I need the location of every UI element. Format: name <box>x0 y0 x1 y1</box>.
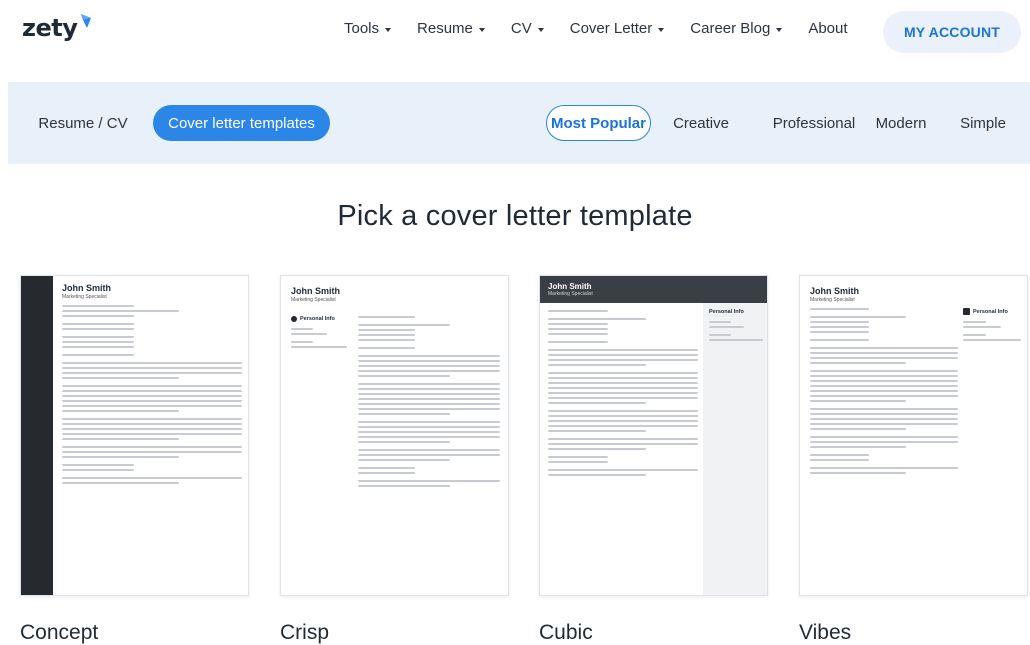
nav-cv-label: CV <box>510 20 532 37</box>
nav-resume[interactable]: Resume <box>417 20 485 37</box>
site-header: zety Tools Resume CV Cover Letter Career… <box>0 0 1030 62</box>
page-title: Pick a cover letter template <box>337 200 693 232</box>
template-name-vibes[interactable]: Vibes <box>799 621 851 645</box>
filter-most-popular[interactable]: Most Popular <box>546 105 651 141</box>
chevron-down-icon <box>658 27 665 32</box>
letter-preview: John Smith Marketing Specialist <box>62 283 242 490</box>
template-name-crisp[interactable]: Crisp <box>280 621 329 645</box>
template-card-crisp[interactable]: John Smith Marketing Specialist Personal… <box>280 275 509 596</box>
template-name-concept[interactable]: Concept <box>20 621 98 645</box>
filter-professional[interactable]: Professional <box>760 105 868 141</box>
personal-info-heading: Personal Info <box>291 316 347 322</box>
preview-role: Marketing Specialist <box>291 297 336 303</box>
template-card-cubic[interactable]: John Smith Marketing Specialist Personal… <box>539 275 768 596</box>
nav-about[interactable]: About <box>808 20 847 37</box>
my-account-button[interactable]: MY ACCOUNT <box>883 11 1021 53</box>
nav-cv[interactable]: CV <box>511 20 544 37</box>
personal-info-column: Personal Info <box>291 316 347 354</box>
nav-tools[interactable]: Tools <box>344 20 392 37</box>
preview-role: Marketing Specialist <box>810 297 855 303</box>
chevron-down-icon <box>478 27 485 32</box>
preview-person-name: John Smith <box>810 286 859 296</box>
template-card-vibes[interactable]: John Smith Marketing Specialist Personal… <box>799 275 1028 596</box>
nav-cover-letter-label: Cover Letter <box>569 20 653 37</box>
filter-modern[interactable]: Modern <box>872 105 930 141</box>
letter-preview <box>548 310 698 482</box>
preview-person-name: John Smith <box>62 283 111 293</box>
filter-cover-letter-templates[interactable]: Cover letter templates <box>153 105 330 141</box>
preview-person-name: John Smith <box>291 286 340 296</box>
filter-resume-cv[interactable]: Resume / CV <box>30 105 136 141</box>
nav-about-label: About <box>808 20 848 37</box>
preview-person-name: John Smith <box>548 282 592 291</box>
chevron-down-icon <box>776 27 783 32</box>
letter-preview: John Smith Marketing Specialist <box>810 286 958 480</box>
letter-preview-header: John Smith Marketing Specialist <box>291 286 501 308</box>
chevron-down-icon <box>537 27 544 32</box>
sidebar-band <box>21 276 53 595</box>
personal-info-column: Personal Info <box>703 303 767 595</box>
logo-mark-icon <box>81 14 92 28</box>
logo-text: zety <box>22 14 78 42</box>
zety-logo[interactable]: zety <box>22 14 93 42</box>
chevron-down-icon <box>385 27 392 32</box>
letter-preview <box>358 316 500 493</box>
template-filter-bar: Resume / CV Cover letter templates Most … <box>8 82 1030 164</box>
main-nav: Tools Resume CV Cover Letter Career Blog… <box>344 20 874 37</box>
preview-role: Marketing Specialist <box>548 291 593 297</box>
template-name-cubic[interactable]: Cubic <box>539 621 593 645</box>
nav-resume-label: Resume <box>417 20 473 37</box>
personal-info-column: Personal Info <box>963 308 1021 347</box>
dark-header-band: John Smith Marketing Specialist <box>540 276 767 303</box>
nav-career-blog-label: Career Blog <box>690 20 771 37</box>
filter-simple[interactable]: Simple <box>956 105 1010 141</box>
personal-info-heading: Personal Info <box>963 308 1021 315</box>
preview-role: Marketing Specialist <box>62 294 107 300</box>
person-icon <box>963 308 970 315</box>
nav-tools-label: Tools <box>344 20 380 37</box>
person-icon <box>291 316 297 322</box>
personal-info-heading: Personal Info <box>709 309 744 315</box>
template-card-concept[interactable]: John Smith Marketing Specialist <box>20 275 249 596</box>
nav-career-blog[interactable]: Career Blog <box>690 20 783 37</box>
nav-cover-letter[interactable]: Cover Letter <box>570 20 665 37</box>
filter-creative[interactable]: Creative <box>668 105 734 141</box>
